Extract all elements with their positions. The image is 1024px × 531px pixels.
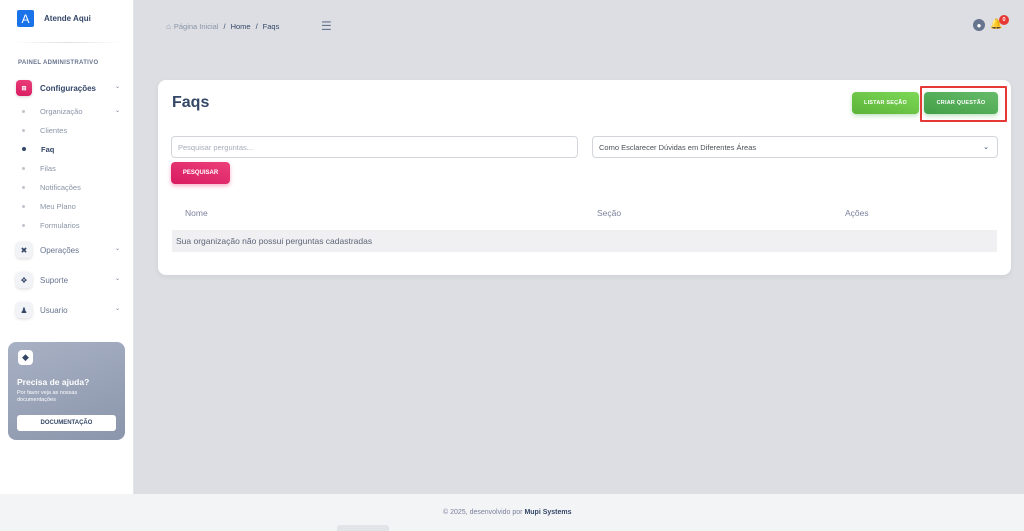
chevron-down-icon: ⌄ [114,108,120,114]
help-text: Por favor veja as nossas documentações [17,390,78,403]
sidebar-item-operacoes[interactable]: ✖ Operações ⌄ [16,240,124,260]
sidebar-item-usuario[interactable]: ♟ Usuario ⌄ [16,300,124,320]
bullet-icon [22,166,25,170]
menu-toggle-icon[interactable]: ☰ [321,19,332,33]
wrench-icon: ❖ [16,272,32,288]
sidebar-item-label: Suporte [40,275,69,285]
brand[interactable]: A Atende Aqui [17,10,91,27]
bullet-icon [22,223,25,227]
sidebar-item-label: Operações [40,245,80,255]
sidebar-subitem-label: Formularios [40,220,80,230]
breadcrumb-separator: / [255,22,258,31]
footer-tab [337,525,389,531]
bullet-icon [22,204,25,208]
user-plus-icon: ♟ [16,302,32,318]
tools-icon: ✖ [16,242,32,258]
faqs-card: Faqs LISTAR SEÇÃO CRIAR QUESTÃO Como Esc… [158,80,1011,275]
bullet-icon [22,128,25,132]
sidebar-subitem-label: Meu Plano [40,201,76,211]
sidebar-section-title: PAINEL ADMINISTRATIVO [18,60,99,66]
sidebar-subitem-label: Faq [41,144,55,154]
section-select-value: Como Esclarecer Dúvidas em Diferentes Ár… [599,142,757,152]
sidebar-subitem-organizacao[interactable]: Organização ⌄ [22,105,122,117]
chevron-down-icon: ⌄ [114,276,120,282]
footer: © 2025, desenvolvido por Mupi Systems [0,494,1024,531]
create-question-button[interactable]: CRIAR QUESTÃO [924,92,998,114]
footer-company-link[interactable]: Mupi Systems [524,509,571,516]
bullet-icon [22,147,26,151]
sidebar-subitem-label: Clientes [40,125,68,135]
breadcrumb-section[interactable]: Home [231,22,251,31]
table-header: Nome Seção Ações [172,204,997,222]
breadcrumb: ⌂ Página Inicial / Home / Faqs [166,22,279,31]
bullet-icon [22,185,25,189]
sidebar-item-label: Usuario [40,305,68,315]
column-header-secao: Seção [597,208,622,218]
search-input[interactable] [171,136,578,158]
help-card: ◆ Precisa de ajuda? Por favor veja as no… [8,342,125,440]
diamond-icon: ◆ [18,350,33,365]
table-empty-row: Sua organização não possui perguntas cad… [172,230,997,252]
sidebar: A Atende Aqui PAINEL ADMINISTRATIVO ⊞ Co… [0,0,134,531]
chevron-down-icon: ⌄ [114,306,120,312]
user-account-icon[interactable]: ● [973,19,985,31]
breadcrumb-home[interactable]: Página Inicial [174,22,219,31]
sidebar-subitem-meu-plano[interactable]: Meu Plano [22,200,122,212]
help-title: Precisa de ajuda? [17,377,90,387]
sidebar-subitem-notificacoes[interactable]: Notificações [22,181,122,193]
bullet-icon [22,109,25,113]
grid-icon: ⊞ [16,80,32,96]
breadcrumb-page: Faqs [262,22,280,31]
breadcrumb-separator: / [223,22,226,31]
sidebar-item-suporte[interactable]: ❖ Suporte ⌄ [16,270,124,290]
list-sections-button[interactable]: LISTAR SEÇÃO [852,92,919,114]
sidebar-divider [12,42,122,43]
footer-copyright: © 2025, desenvolvido por [443,509,523,516]
search-button[interactable]: PESQUISAR [171,162,230,184]
notification-badge: 0 [999,15,1009,25]
page-title: Faqs [172,94,210,111]
sidebar-subitem-label: Filas [40,163,56,173]
home-icon[interactable]: ⌂ [166,22,171,31]
brand-name: Atende Aqui [44,14,91,23]
sidebar-item-configuracoes[interactable]: ⊞ Configurações ⌄ [16,78,124,98]
section-select[interactable]: Como Esclarecer Dúvidas em Diferentes Ár… [592,136,998,158]
column-header-nome: Nome [185,208,208,218]
documentation-button[interactable]: DOCUMENTAÇÃO [17,415,116,431]
sidebar-subitem-faq[interactable]: Faq [22,143,122,155]
chevron-down-icon: ⌄ [983,144,989,151]
sidebar-item-label: Configurações [40,83,97,93]
footer-text: © 2025, desenvolvido por Mupi Systems [443,509,572,516]
sidebar-subitem-label: Organização [40,106,83,116]
chevron-down-icon: ⌄ [114,246,120,252]
chevron-down-icon: ⌄ [114,84,120,90]
brand-logo: A [17,10,34,27]
sidebar-subitem-filas[interactable]: Filas [22,162,122,174]
column-header-acoes: Ações [845,208,869,218]
sidebar-subitem-formularios[interactable]: Formularios [22,219,122,231]
sidebar-subitem-clientes[interactable]: Clientes [22,124,122,136]
sidebar-subitem-label: Notificações [40,182,81,192]
